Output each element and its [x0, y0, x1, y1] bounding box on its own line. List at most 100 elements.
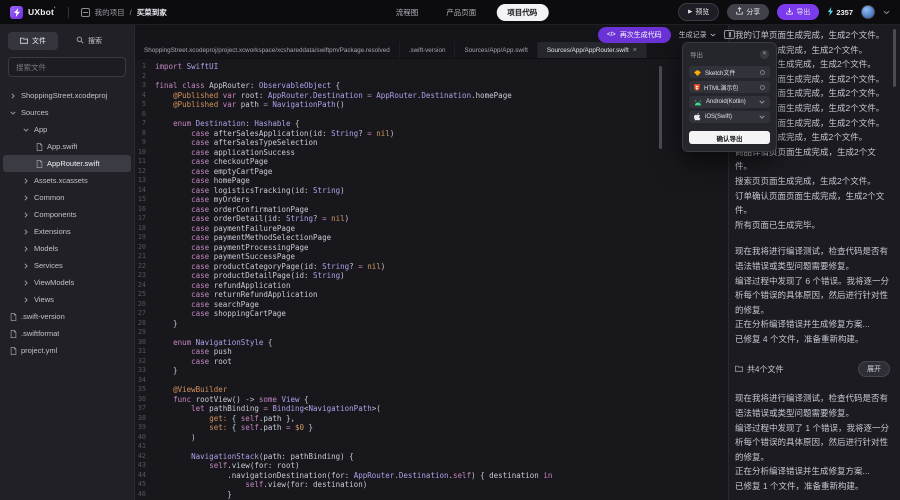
tree-item-components[interactable]: Components	[3, 206, 131, 223]
tree-item-views[interactable]: Views	[3, 291, 131, 308]
export-option-android[interactable]: Android(Kotlin)	[689, 96, 770, 108]
line-number: 35	[135, 385, 155, 395]
message-gap	[735, 346, 890, 358]
code-line: 24 case refundApplication	[135, 281, 728, 291]
chevron-down-icon[interactable]	[759, 114, 765, 120]
export-option-ios[interactable]: iOS(Swift)	[689, 111, 770, 123]
regenerate-code-button[interactable]: </> 再次生成代码	[598, 27, 671, 43]
chat-message: 现在我将进行编译测试，检查代码是否有语法错误或类型问题需要修复。	[735, 244, 890, 273]
chat-message: 所有页面已生成完毕。	[735, 218, 890, 233]
tree-item-.swiftformat[interactable]: .swiftformat	[3, 325, 131, 342]
toggle-panel-icon[interactable]	[724, 30, 735, 39]
tab-files[interactable]: 文件	[8, 32, 58, 50]
line-number: 19	[135, 233, 155, 243]
tree-item-viewmodels[interactable]: ViewModels	[3, 274, 131, 291]
tree-item-project.yml[interactable]: project.yml	[3, 342, 131, 359]
message-gap	[735, 494, 890, 500]
tree-item-app[interactable]: App	[3, 121, 131, 138]
logo-icon	[10, 6, 23, 19]
radio-icon[interactable]	[760, 85, 765, 90]
chat-message: 搜索页页面生成完成，生成2个文件。	[735, 174, 890, 189]
editor-tab-label: Sources/App/App.swift	[464, 47, 527, 54]
editor-tab[interactable]: Sources/App/AppRouter.swift×	[538, 42, 647, 58]
tree-item-label: ShoppingStreet.xcodeproj	[21, 91, 107, 100]
tab-flowchart[interactable]: 流程图	[388, 5, 427, 20]
play-icon: ▶	[688, 9, 692, 15]
editor-scrollbar[interactable]	[659, 66, 662, 149]
tab-product-pages[interactable]: 产品页面	[438, 5, 484, 20]
tree-item-label: .swift-version	[21, 312, 65, 321]
tab-search[interactable]: 搜索	[64, 32, 114, 50]
tree-item-sources[interactable]: Sources	[3, 104, 131, 121]
breadcrumb-separator: /	[130, 8, 132, 17]
user-avatar[interactable]	[861, 5, 875, 19]
chevron-down-icon[interactable]	[883, 10, 890, 15]
code-line: 35 @ViewBuilder	[135, 385, 728, 395]
line-number: 31	[135, 347, 155, 357]
chevron-down-icon	[710, 33, 716, 37]
close-icon[interactable]: ×	[633, 47, 637, 54]
breadcrumb[interactable]: 我的项目 / 买菜到家	[81, 7, 167, 18]
line-number: 12	[135, 167, 155, 177]
search-input[interactable]	[16, 63, 118, 72]
code-line: 15 case myOrders	[135, 195, 728, 205]
tree-item-label: Assets.xcassets	[34, 176, 88, 185]
generation-history-dropdown[interactable]: 生成记录	[679, 30, 716, 40]
tree-item-app.swift[interactable]: App.swift	[3, 138, 131, 155]
export-option-sketch[interactable]: Sketch文件	[689, 66, 770, 78]
export-option-html[interactable]: HTML演示包	[689, 81, 770, 93]
line-number: 28	[135, 319, 155, 329]
tree-item-assets.xcassets[interactable]: Assets.xcassets	[3, 172, 131, 189]
divider	[68, 7, 69, 18]
export-option-label: HTML演示包	[704, 83, 738, 92]
tree-item-label: Sources	[21, 108, 49, 117]
tree-item-models[interactable]: Models	[3, 240, 131, 257]
confirm-export-button[interactable]: 确认导出	[689, 131, 770, 144]
line-number: 42	[135, 452, 155, 462]
editor-tab[interactable]: Sources/App/App.swift	[455, 42, 537, 58]
credits-counter[interactable]: 2357	[827, 7, 853, 18]
line-number: 24	[135, 281, 155, 291]
file-sidebar: 文件 搜索 ShoppingStreet.xcodeproj Sources App…	[0, 25, 135, 500]
line-number: 23	[135, 271, 155, 281]
tree-item-extensions[interactable]: Extensions	[3, 223, 131, 240]
tree-item-.swift-version[interactable]: .swift-version	[3, 308, 131, 325]
chevron-down-icon	[9, 110, 17, 116]
share-button[interactable]: 分享	[727, 4, 769, 20]
assistant-scrollbar[interactable]	[893, 29, 896, 87]
chat-message: 现在我将进行编译测试，检查代码是否有语法错误或类型问题需要修复。	[735, 391, 890, 420]
expand-button[interactable]: 展开	[858, 361, 890, 377]
line-number: 43	[135, 461, 155, 471]
message-gap	[735, 379, 890, 391]
editor-tab[interactable]: .swift-version	[400, 42, 456, 58]
code-line: 46 }	[135, 490, 728, 500]
download-icon	[786, 7, 793, 17]
line-number: 36	[135, 395, 155, 405]
preview-button[interactable]: ▶ 预览	[678, 3, 719, 21]
code-icon: </>	[607, 32, 616, 38]
code-line: 31 case push	[135, 347, 728, 357]
code-line: 30 enum NavigationStyle {	[135, 338, 728, 348]
file-icon	[35, 143, 43, 151]
code-line: 29	[135, 328, 728, 338]
chat-message: 编译过程中发现了 6 个错误。我将逐一分析每个错误的具体原因，然后进行针对性的修…	[735, 274, 890, 318]
editor-tab[interactable]: ShoppingStreet.xcodeproj/project.xcworks…	[135, 42, 400, 58]
export-button[interactable]: 导出	[777, 4, 819, 20]
chevron-right-icon	[22, 229, 30, 235]
tree-item-label: Services	[34, 261, 63, 270]
tree-item-approuter.swift[interactable]: AppRouter.swift	[3, 155, 131, 172]
chevron-down-icon[interactable]	[759, 99, 765, 105]
tree-item-services[interactable]: Services	[3, 257, 131, 274]
folder-icon	[735, 365, 743, 374]
tree-item-common[interactable]: Common	[3, 189, 131, 206]
line-number: 16	[135, 205, 155, 215]
tab-project-code[interactable]: 项目代码	[496, 4, 548, 21]
tree-item-shoppingstreet.xcodeproj[interactable]: ShoppingStreet.xcodeproj	[3, 87, 131, 104]
radio-icon[interactable]	[760, 70, 765, 75]
code-area[interactable]: 1import SwiftUI23final class AppRouter: …	[135, 59, 728, 500]
tree-item-label: Components	[34, 210, 77, 219]
topbar-actions: ▶ 预览 分享 导出 2357	[678, 3, 890, 21]
close-icon[interactable]: ×	[760, 50, 769, 59]
breadcrumb-project[interactable]: 我的项目	[95, 7, 125, 18]
code-line: 20 case paymentProcessingPage	[135, 243, 728, 253]
